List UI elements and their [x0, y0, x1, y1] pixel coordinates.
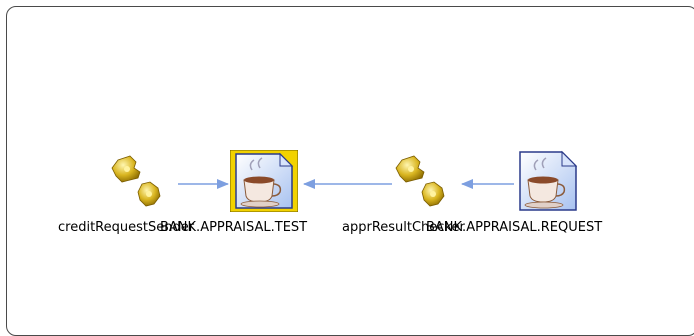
gear-component-icon: [111, 155, 161, 207]
java-document-icon: [519, 150, 578, 211]
node-label-bank-appraisal-request: BANK.APPRAISAL.REQUEST: [426, 220, 603, 235]
node-apprResultChecker[interactable]: [394, 154, 450, 210]
node-label-bank-appraisal-test: BANK.APPRAISAL.TEST: [160, 220, 308, 235]
gear-component-icon: [395, 155, 445, 207]
node-bank-appraisal-test[interactable]: [229, 149, 299, 213]
node-creditRequestSender[interactable]: [110, 154, 166, 210]
node-bank-appraisal-request[interactable]: [516, 150, 580, 212]
java-document-icon: [229, 149, 299, 213]
edges-layer: [178, 179, 514, 189]
